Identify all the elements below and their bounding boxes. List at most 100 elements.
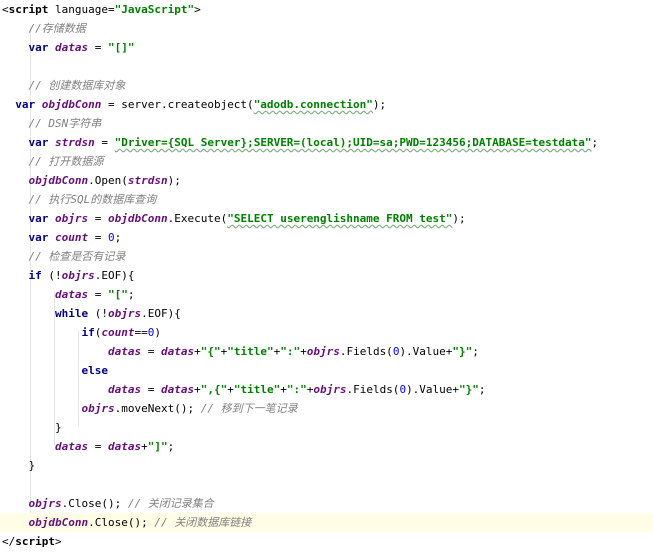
code-token-plain: (!: [41, 269, 62, 282]
code-token-str: "SELECT userenglishname FROM test": [227, 212, 453, 225]
code-line[interactable]: if(count==0): [0, 323, 653, 342]
code-line[interactable]: // 执行SQL的数据库查询: [0, 190, 653, 209]
code-token-kw: if: [28, 269, 42, 282]
code-line[interactable]: [0, 57, 653, 76]
code-line[interactable]: [0, 475, 653, 494]
code-token-kw: if: [81, 326, 95, 339]
code-token-kw: else: [81, 364, 108, 377]
code-token-var: objrs: [28, 497, 62, 510]
code-line[interactable]: // 打开数据源: [0, 152, 653, 171]
code-token-plain: .EOF){: [141, 307, 181, 320]
code-token-var: objrs: [61, 269, 95, 282]
code-token-plain: =: [88, 231, 108, 244]
code-token-plain: ;: [114, 231, 122, 244]
code-token-plain: .moveNext();: [114, 402, 201, 415]
code-token-plain: =: [94, 136, 115, 149]
code-line[interactable]: datas = datas+"]";: [0, 437, 653, 456]
code-line[interactable]: objrs.Close(); // 关闭记录集合: [0, 494, 653, 513]
code-token-com: // 关闭记录集合: [127, 497, 214, 510]
code-token-plain: ;: [127, 288, 135, 301]
code-line[interactable]: // 创建数据库对象: [0, 76, 653, 95]
code-line[interactable]: else: [0, 361, 653, 380]
code-token-var: objrs: [306, 345, 340, 358]
code-token-com: // 移到下一笔记录: [200, 402, 298, 415]
code-line[interactable]: var count = 0;: [0, 228, 653, 247]
code-token-com: // 检查是否有记录: [2, 250, 126, 263]
code-editor[interactable]: <script language="JavaScript"> //存储数据 va…: [0, 0, 653, 556]
code-token-var: objdbConn: [108, 212, 168, 225]
code-token-plain: +: [194, 345, 201, 358]
code-token-plain: .Open(: [88, 174, 128, 187]
code-token-attr: language=: [48, 3, 115, 16]
code-token-plain: .Fields(: [346, 383, 400, 396]
code-token-var: objrs: [81, 402, 115, 415]
code-token-plain: (!: [88, 307, 108, 320]
code-line[interactable]: objrs.moveNext(); // 移到下一笔记录: [0, 399, 653, 418]
code-token-str: "adodb.connection": [253, 98, 373, 111]
code-line[interactable]: datas = "[";: [0, 285, 653, 304]
code-token-plain: ==: [134, 326, 148, 339]
code-token-str: "title": [227, 345, 274, 358]
code-line[interactable]: // DSN字符串: [0, 114, 653, 133]
code-token-num: 0: [108, 231, 115, 244]
code-token-tag: script: [8, 3, 49, 16]
code-token-plain: =: [88, 212, 108, 225]
code-token-var: count: [101, 326, 135, 339]
code-line[interactable]: objdbConn.Close(); // 关闭数据库链接: [0, 513, 653, 532]
code-token-tag: script: [15, 535, 55, 548]
code-token-plain: );: [372, 98, 387, 111]
code-line[interactable]: var strdsn = "Driver={SQL Server};SERVER…: [0, 133, 653, 152]
code-token-plain: ;: [472, 345, 479, 358]
code-line[interactable]: //存储数据: [0, 19, 653, 38]
code-token-plain: ): [154, 326, 161, 339]
code-token-var: datas: [55, 41, 89, 54]
code-token-str: ",{": [200, 383, 228, 396]
code-line[interactable]: <script language="JavaScript">: [0, 0, 653, 19]
code-line[interactable]: datas = datas+",{"+"title"+":"+objrs.Fie…: [0, 380, 653, 399]
code-line[interactable]: }: [0, 456, 653, 475]
code-token-plain: .Execute(: [167, 212, 228, 225]
code-line[interactable]: }: [0, 418, 653, 437]
code-token-str: ":": [286, 383, 307, 396]
code-token-var: datas: [107, 345, 142, 358]
code-line[interactable]: while (!objrs.EOF){: [0, 304, 653, 323]
code-token-punct: >: [194, 3, 201, 16]
code-line[interactable]: var objdbConn = server.createobject("ado…: [0, 95, 653, 114]
code-line[interactable]: var objrs = objdbConn.Execute("SELECT us…: [0, 209, 653, 228]
code-token-kw: var: [28, 212, 49, 225]
code-token-kw: while: [54, 307, 89, 320]
code-token-str: "}": [452, 345, 473, 358]
code-token-com: //存储数据: [2, 22, 86, 35]
code-line[interactable]: // 检查是否有记录: [0, 247, 653, 266]
code-token-plain: =: [88, 41, 108, 54]
code-line[interactable]: objdbConn.Open(strdsn);: [0, 171, 653, 190]
code-line[interactable]: if (!objrs.EOF){: [0, 266, 653, 285]
code-token-var: objdbConn: [41, 98, 102, 111]
code-token-plain: =: [141, 345, 161, 358]
code-token-plain: =: [88, 440, 108, 453]
code-token-kw: var: [15, 98, 36, 111]
code-token-com: // 关闭数据库链接: [154, 516, 252, 529]
code-token-plain: ).Value+: [406, 383, 460, 396]
code-token-plain: ;: [591, 136, 599, 149]
code-token-var: datas: [160, 383, 195, 396]
code-token-kw: var: [28, 41, 49, 54]
code-token-var: datas: [107, 440, 142, 453]
code-line[interactable]: var datas = "[]": [0, 38, 653, 57]
code-line[interactable]: </script>: [0, 532, 653, 551]
code-token-str: "Driver={SQL Server};SERVER=(local);UID=…: [114, 136, 592, 149]
code-token-var: objdbConn: [28, 174, 89, 187]
code-line[interactable]: datas = datas+"{"+"title"+":"+objrs.Fiel…: [0, 342, 653, 361]
